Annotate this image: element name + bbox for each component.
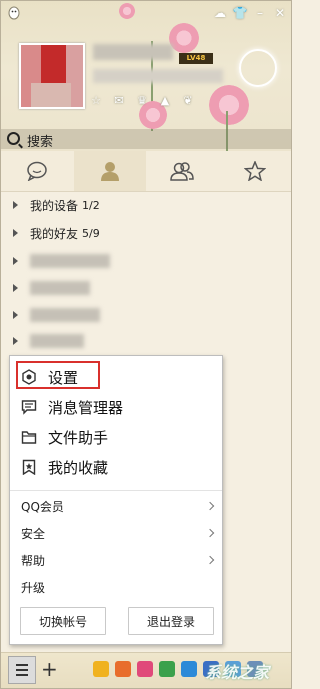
expand-arrow-icon (13, 337, 18, 345)
expand-arrow-icon (13, 229, 18, 237)
flower-decoration (169, 23, 199, 53)
expand-arrow-icon (13, 311, 18, 319)
app-icon[interactable] (115, 661, 131, 677)
menu-item-favorites[interactable]: 我的收藏 (10, 452, 222, 482)
message-icon (21, 399, 37, 415)
group-label-blurred (30, 308, 100, 322)
main-tabs (1, 151, 291, 192)
list-item[interactable]: 我的好友 5/9 (1, 221, 291, 245)
search-icon (7, 132, 20, 145)
list-item[interactable] (1, 276, 291, 300)
menu-item-label: 升级 (21, 580, 46, 595)
group-label-blurred (30, 281, 90, 295)
main-menu-button[interactable] (8, 656, 36, 684)
nickname-blurred (93, 44, 173, 60)
avatar[interactable] (19, 43, 85, 109)
bookmark-star-icon (21, 459, 37, 475)
shirt-icon[interactable]: 👕 (233, 6, 248, 20)
expand-arrow-icon (13, 284, 18, 292)
group-label-blurred (30, 334, 84, 348)
hamburger-line (16, 669, 28, 671)
menu-item-message-manager[interactable]: 消息管理器 (10, 392, 222, 422)
qq-main-window: ☁ 👕 – ✕ LV48 ☆ ✉ ♛ ▲ ❦ 搜索 我的设备 1/2 我的好友 … (0, 0, 292, 689)
list-item[interactable]: 我的设备 1/2 (1, 193, 291, 217)
expand-arrow-icon (13, 257, 18, 265)
leaf-icon[interactable]: ❦ (181, 93, 195, 107)
menu-item-upgrade[interactable]: 升级 (10, 574, 222, 600)
add-icon[interactable]: + (41, 659, 58, 679)
chevron-right-icon (205, 555, 215, 565)
crown-icon[interactable]: ♛ (135, 93, 149, 107)
menu-item-label: 消息管理器 (48, 398, 124, 417)
highlight-box (16, 361, 100, 389)
menu-item-help[interactable]: 帮助 (10, 547, 222, 573)
tab-favorites[interactable] (219, 151, 292, 191)
group-label: 我的设备 (30, 198, 79, 213)
star-icon (243, 161, 266, 181)
menu-item-label: 我的收藏 (48, 458, 109, 477)
tab-contacts[interactable] (73, 151, 146, 191)
menu-item-file-assistant[interactable]: 文件助手 (10, 422, 222, 452)
tab-groups[interactable] (146, 151, 219, 191)
signature-blurred (93, 69, 223, 83)
group-count: 1/2 (82, 198, 100, 212)
main-menu-popup: 设置 消息管理器 文件助手 我的收藏 QQ会员 安全 帮助 升级 切换帐号 退出… (9, 355, 223, 645)
game-icon[interactable] (93, 661, 109, 677)
switch-account-button[interactable]: 切换帐号 (20, 607, 106, 635)
chevron-right-icon (205, 528, 215, 538)
menu-item-label: 文件助手 (48, 428, 109, 447)
logout-button[interactable]: 退出登录 (128, 607, 214, 635)
app-icon[interactable] (137, 661, 153, 677)
sun-decoration (239, 49, 277, 87)
expand-arrow-icon (13, 201, 18, 209)
menu-divider (10, 490, 222, 491)
chevron-right-icon (205, 501, 215, 511)
close-icon[interactable]: ✕ (273, 6, 287, 20)
group-label: 我的好友 (30, 226, 79, 241)
hamburger-line (16, 664, 28, 666)
list-item[interactable] (1, 303, 291, 327)
chat-bubble-icon (27, 161, 47, 181)
menu-item-label: 安全 (21, 526, 46, 541)
triangle-icon[interactable]: ▲ (158, 93, 172, 107)
flower-decoration (119, 3, 135, 19)
folder-icon (21, 429, 37, 445)
bottom-toolbar: + 系统之家 (1, 652, 291, 688)
group-count: 5/9 (82, 226, 100, 240)
minimize-icon[interactable]: – (253, 6, 267, 20)
star-icon[interactable]: ☆ (89, 93, 103, 107)
app-icon[interactable] (181, 661, 197, 677)
group-label-blurred (30, 254, 110, 268)
mail-icon[interactable]: ✉ (112, 93, 126, 107)
menu-item-label: 帮助 (21, 553, 46, 568)
contact-person-icon (100, 162, 119, 181)
hamburger-line (16, 674, 28, 676)
menu-item-label: QQ会员 (21, 499, 64, 514)
search-label: 搜索 (27, 135, 54, 150)
search-bar[interactable]: 搜索 (1, 129, 291, 150)
profile-header: ☁ 👕 – ✕ LV48 ☆ ✉ ♛ ▲ ❦ 搜索 (1, 1, 291, 151)
menu-item-security[interactable]: 安全 (10, 520, 222, 546)
skin-icon[interactable]: ☁ (213, 6, 227, 20)
level-badge[interactable]: LV48 (179, 53, 213, 64)
qq-penguin-icon (8, 6, 20, 20)
menu-item-qq-vip[interactable]: QQ会员 (10, 493, 222, 519)
tab-messages[interactable] (1, 151, 74, 191)
watermark-text: 系统之家 (204, 663, 269, 682)
title-bar-icons: ☁ 👕 – ✕ (213, 6, 287, 20)
flower-decoration (209, 85, 249, 125)
status-icons: ☆ ✉ ♛ ▲ ❦ (89, 93, 195, 107)
group-people-icon (170, 162, 195, 181)
app-icon[interactable] (159, 661, 175, 677)
list-item[interactable] (1, 249, 291, 273)
list-item[interactable] (1, 329, 291, 353)
